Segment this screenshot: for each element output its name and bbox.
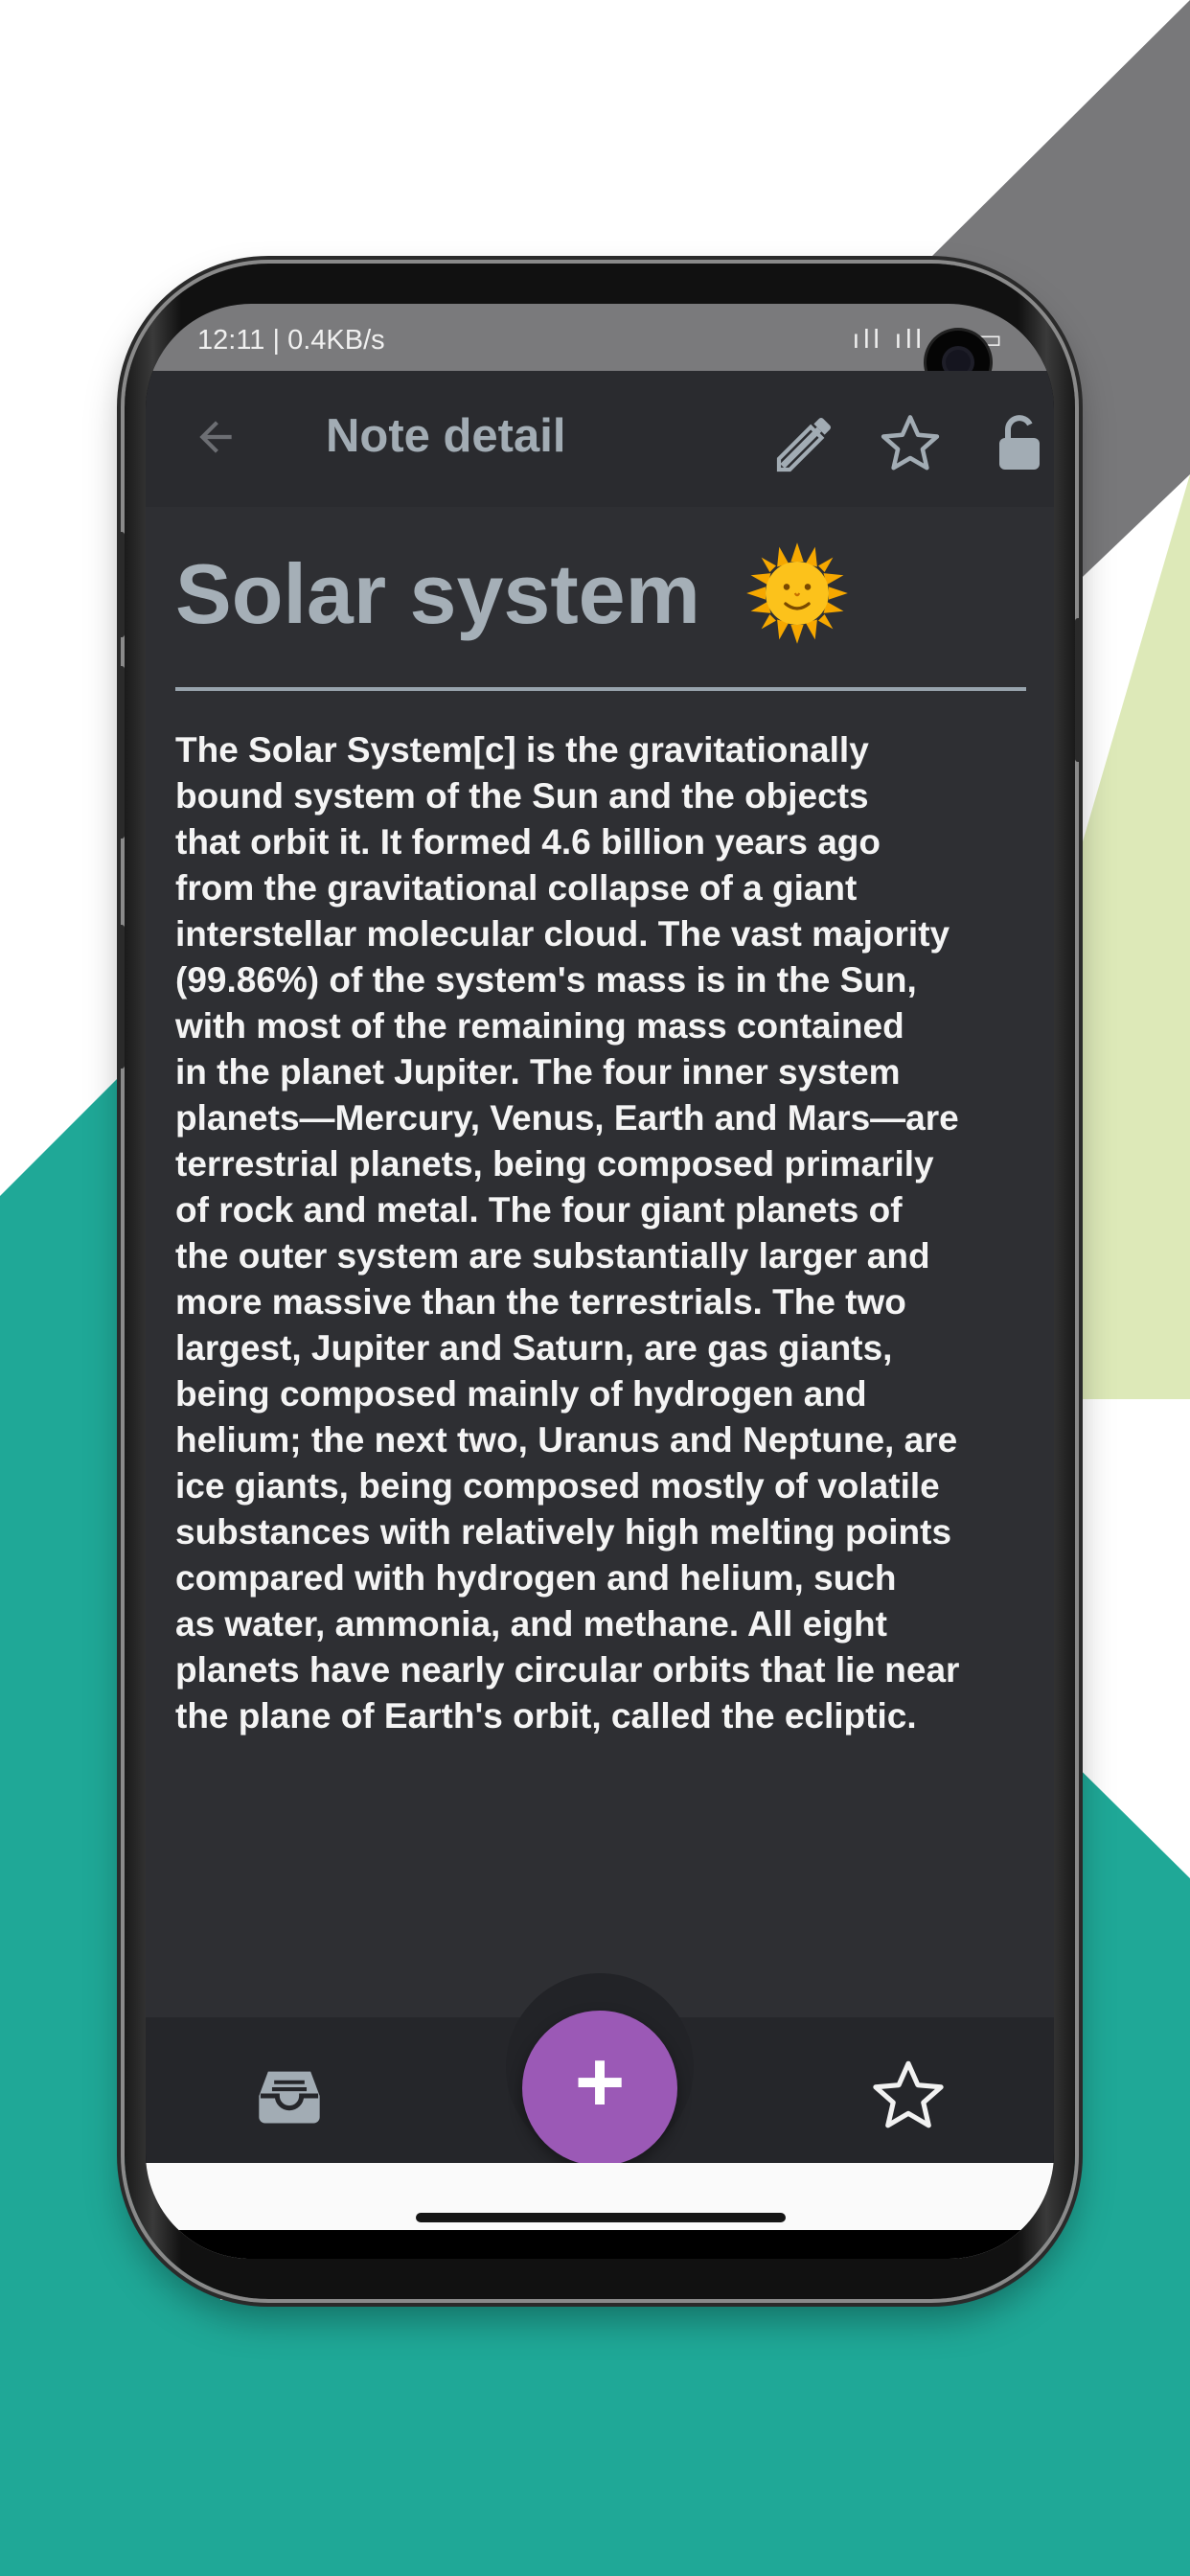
- phone-frame: 12:11 | 0.4KB/s ıll ıll ⌔ ▭ Note detail: [117, 264, 1083, 2299]
- note-title-row: Solar system: [175, 541, 850, 654]
- page-title: Note detail: [326, 410, 566, 462]
- phone-volume-up-button: [117, 666, 125, 839]
- app-bar: Note detail: [146, 371, 1054, 507]
- arrow-left-icon[interactable]: [192, 413, 240, 461]
- lock-open-icon[interactable]: [985, 409, 1054, 478]
- phone-screen: 12:11 | 0.4KB/s ıll ıll ⌔ ▭ Note detail: [146, 304, 1054, 2259]
- teal-band-bottom: [0, 2300, 1190, 2576]
- status-bar: 12:11 | 0.4KB/s ıll ıll ⌔ ▭: [146, 304, 1054, 371]
- phone-side-button: [117, 532, 125, 637]
- note-body[interactable]: The Solar System[c] is the gravitational…: [175, 727, 1038, 1739]
- title-divider: [175, 687, 1026, 691]
- screen-bottom-bezel: [146, 2230, 1054, 2259]
- status-time: 12:11 | 0.4KB/s: [197, 325, 385, 356]
- pencil-icon[interactable]: [770, 409, 839, 478]
- sun-face-icon: [744, 540, 850, 646]
- add-note-button[interactable]: +: [522, 2011, 677, 2166]
- phone-volume-down-button: [117, 925, 125, 1069]
- star-outline-icon[interactable]: [866, 2054, 950, 2138]
- note-content: Solar system The Solar System[c] is the …: [146, 507, 1054, 2017]
- note-title: Solar system: [175, 546, 700, 641]
- phone-power-button: [1075, 618, 1083, 762]
- archive-tray-icon[interactable]: [253, 2059, 326, 2132]
- plus-icon: +: [574, 2035, 626, 2130]
- star-outline-icon[interactable]: [876, 409, 945, 478]
- home-indicator[interactable]: [416, 2213, 786, 2222]
